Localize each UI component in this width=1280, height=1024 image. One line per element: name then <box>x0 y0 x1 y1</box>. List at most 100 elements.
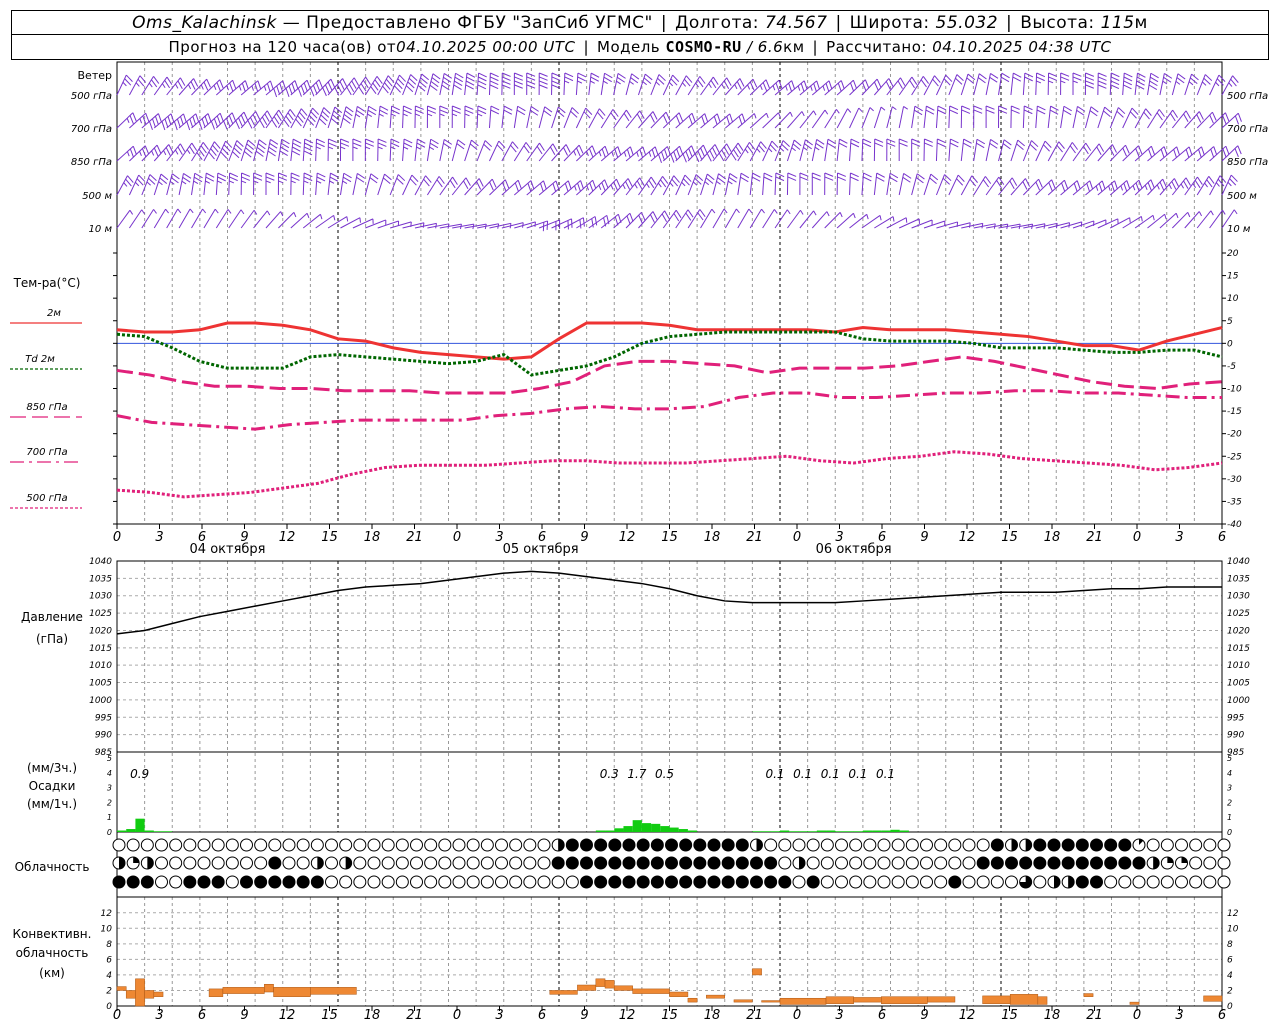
cloud-symbol <box>806 856 820 870</box>
barb-feather <box>911 142 921 147</box>
cloud-circle <box>934 875 948 889</box>
barb-feather <box>1136 76 1146 82</box>
cloud-circle <box>183 875 197 889</box>
cloud-symbol <box>594 838 608 852</box>
barb-feather <box>477 105 487 111</box>
cloud-symbol <box>665 875 678 889</box>
barb-feather <box>699 76 706 84</box>
barb-feather <box>207 113 212 123</box>
hour-tick-label: 6 <box>538 1008 546 1023</box>
pressure-tick-right: 1040 <box>1227 557 1250 567</box>
barb-feather <box>329 176 339 182</box>
barb-feather <box>1233 209 1238 215</box>
barb-feather <box>601 182 606 191</box>
barb-feather <box>148 82 153 88</box>
temp-tick-right: -5 <box>1227 362 1236 372</box>
cloud-circle <box>551 875 565 889</box>
barb-feather <box>1123 84 1132 90</box>
barb-feather <box>885 81 891 90</box>
cloud-symbol <box>863 856 877 870</box>
barb-feather <box>403 146 409 150</box>
date-label: 04 октября <box>190 542 266 557</box>
barb-feather <box>911 138 921 143</box>
cloud-circle <box>155 838 168 852</box>
cloud-symbol <box>990 838 1004 852</box>
barb-feather <box>850 138 860 144</box>
cloud-symbol <box>183 838 197 852</box>
barb-feather <box>942 177 950 185</box>
barb-feather <box>792 143 801 150</box>
barb-feather <box>374 79 381 88</box>
barb-feather <box>217 180 223 184</box>
barb-feather <box>1194 179 1201 189</box>
wind-barb <box>849 107 863 129</box>
hour-tick-label: 21 <box>406 1008 423 1023</box>
cloud-symbol <box>636 875 650 889</box>
barb-feather <box>161 121 166 131</box>
barb-feather <box>233 147 241 155</box>
wind-barb <box>315 172 326 196</box>
barb-feather <box>1175 213 1179 219</box>
barb-feather <box>1123 182 1128 192</box>
barb-feather <box>344 110 353 117</box>
cloud-symbol <box>580 856 593 870</box>
conv-tick: 8 <box>106 940 112 950</box>
barb-feather <box>276 85 281 95</box>
barb-feather <box>625 109 632 118</box>
cloud-symbol <box>225 838 239 852</box>
barb-feather <box>410 74 418 82</box>
cloud-fill <box>558 839 565 851</box>
barb-feather <box>539 142 545 151</box>
barb-feather <box>303 172 313 178</box>
cloud-circle <box>863 856 877 870</box>
barb-feather <box>788 83 793 92</box>
wind-barb <box>774 140 790 162</box>
barb-feather <box>266 210 271 216</box>
barb-feather <box>1222 209 1226 215</box>
barb-feather <box>165 208 170 214</box>
precip-tick: 5 <box>107 754 112 763</box>
barb-staff <box>1196 210 1212 229</box>
cloud-symbol <box>254 875 268 889</box>
cloud-symbol <box>339 875 353 889</box>
meteogram: 0033669912121515181821210033669912121515… <box>10 61 1268 1023</box>
wind-barb <box>563 107 579 129</box>
cloud-circle <box>254 838 268 852</box>
barb-feather <box>420 77 428 84</box>
hour-tick-label: 21 <box>406 530 423 545</box>
barb-feather <box>306 213 310 219</box>
barb-feather <box>669 182 674 187</box>
cloud-symbol <box>948 856 962 870</box>
barb-feather <box>370 173 379 180</box>
barb-feather <box>139 151 142 157</box>
barb-feather <box>590 80 595 84</box>
hour-tick-label: 15 <box>1001 1008 1018 1023</box>
barb-staff <box>278 212 295 229</box>
cloud-symbol <box>509 856 523 870</box>
cloud-circle <box>353 838 367 852</box>
wind-barb <box>724 173 738 196</box>
barb-feather <box>491 178 497 188</box>
barb-feather <box>717 177 726 184</box>
cloud-symbol <box>1075 856 1089 870</box>
barb-feather <box>945 74 953 82</box>
barb-feather <box>889 176 898 183</box>
barb-staff <box>166 173 173 196</box>
wind-barb <box>141 209 157 229</box>
barb-feather <box>729 173 738 179</box>
wind-barb <box>402 74 418 96</box>
cloud-symbol <box>1047 838 1061 852</box>
cloud-symbol <box>948 838 962 852</box>
barb-feather <box>303 82 308 92</box>
cloud-circle <box>948 838 962 852</box>
barb-staff <box>898 173 905 196</box>
pressure-tick: 990 <box>95 731 112 741</box>
cloud-symbol <box>140 856 154 870</box>
barb-staff <box>1047 141 1060 162</box>
cloud-circle <box>339 838 353 852</box>
barb-feather <box>271 119 278 128</box>
barb-feather <box>949 142 959 148</box>
wind-barb <box>911 105 923 129</box>
barb-feather <box>1049 109 1059 115</box>
cloud-circle <box>1005 875 1018 889</box>
